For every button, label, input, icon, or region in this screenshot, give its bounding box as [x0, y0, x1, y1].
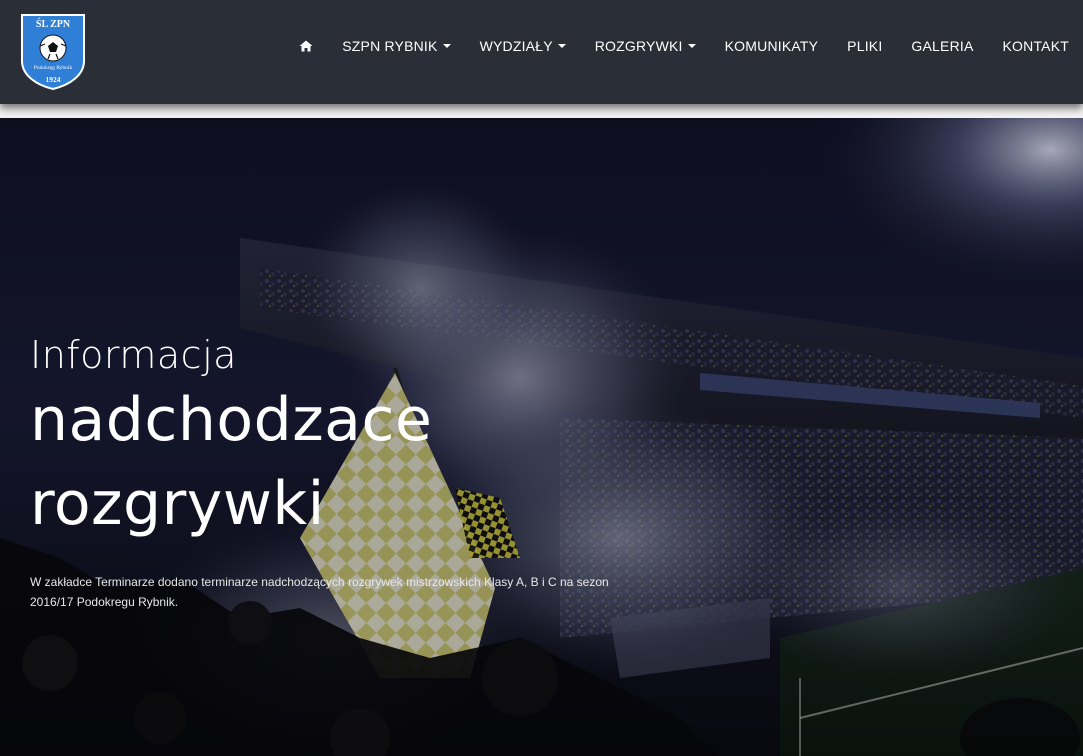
logo-year-text: 1924: [46, 75, 61, 84]
club-logo[interactable]: ŚL ZPN Podokręg Rybnik 1924: [18, 11, 88, 91]
nav-label: GALERIA: [911, 38, 974, 54]
caret-down-icon: [687, 44, 696, 48]
nav-szpn-rybnik[interactable]: SZPN RYBNIK: [342, 38, 451, 54]
main-navigation: SZPN RYBNIK WYDZIAŁY ROZGRYWKI KOMUNIKAT…: [299, 34, 1069, 58]
nav-wydzialy[interactable]: WYDZIAŁY: [480, 38, 566, 54]
navbar-gap: [0, 104, 1083, 118]
nav-label: PLIKI: [847, 38, 883, 54]
nav-label: SZPN RYBNIK: [342, 38, 438, 54]
nav-rozgrywki[interactable]: ROZGRYWKI: [595, 38, 696, 54]
nav-label: ROZGRYWKI: [594, 38, 683, 54]
hero-description: W zakładce Terminarze dodano terminarze …: [30, 575, 609, 609]
top-navbar: ŚL ZPN Podokręg Rybnik 1924 SZPN RYBNIK …: [0, 0, 1083, 104]
shield-logo-icon: ŚL ZPN Podokręg Rybnik 1924: [21, 14, 85, 91]
hero-title-line1: nadchodzace: [30, 385, 433, 455]
nav-label: KOMUNIKATY: [724, 38, 819, 54]
nav-komunikaty[interactable]: KOMUNIKATY: [725, 38, 819, 54]
nav-label: WYDZIAŁY: [479, 38, 553, 54]
nav-pliki[interactable]: PLIKI: [847, 38, 882, 54]
nav-home[interactable]: [299, 40, 313, 52]
caret-down-icon: [442, 44, 451, 48]
nav-galeria[interactable]: GALERIA: [911, 38, 973, 54]
hero-title-line2: rozgrywki: [30, 469, 325, 539]
caret-down-icon: [557, 44, 566, 48]
logo-top-text: ŚL ZPN: [36, 18, 71, 30]
nav-label: KONTAKT: [1002, 38, 1069, 54]
home-icon: [299, 40, 313, 52]
hero-text-block: Informacja nadchodzace rozgrywki W zakła…: [30, 332, 690, 612]
logo-bottom-text: Podokręg Rybnik: [34, 65, 73, 71]
nav-kontakt[interactable]: KONTAKT: [1003, 38, 1069, 54]
hero-banner: Informacja nadchodzace rozgrywki W zakła…: [0, 118, 1083, 756]
hero-kicker: Informacja: [30, 333, 237, 377]
